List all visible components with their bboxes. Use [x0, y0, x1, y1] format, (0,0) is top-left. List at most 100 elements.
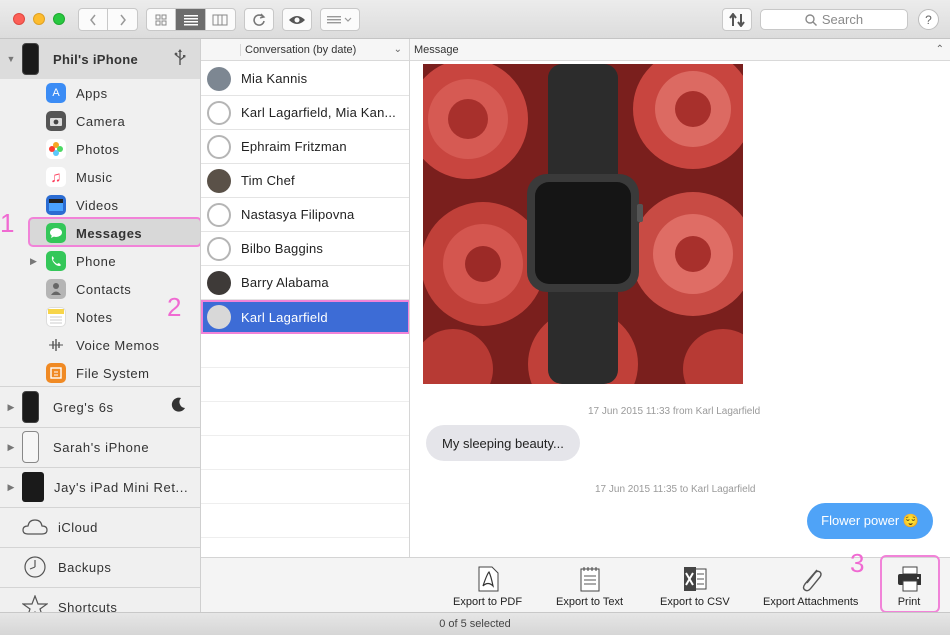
empty-row — [201, 470, 409, 504]
file-system-icon — [46, 363, 66, 383]
action-label: Export to PDF — [453, 596, 523, 608]
conversation-row[interactable]: Bilbo Baggins — [201, 232, 409, 266]
conversation-name: Barry Alabama — [241, 275, 329, 290]
sidebar-item-phone[interactable]: ▶ Phone — [30, 249, 116, 273]
message-column-header[interactable]: Message ⌃ — [410, 39, 950, 61]
outgoing-message-bubble[interactable]: Flower power 😌 — [807, 503, 933, 539]
device-phils-iphone[interactable]: ▼ Phil's iPhone — [0, 39, 200, 79]
avatar — [207, 100, 231, 125]
conversation-name: Nastasya Filipovna — [241, 207, 355, 222]
conversation-column-header[interactable]: Conversation (by date) ⌄ — [201, 39, 409, 61]
notes-icon — [46, 307, 66, 327]
device-jays-ipad[interactable]: ▶ Jay's iPad Mini Ret... — [0, 467, 200, 507]
list-view-button[interactable] — [176, 9, 206, 30]
sidebar: ▼ Phil's iPhone A Apps Camera Photos ♫ M… — [0, 39, 201, 612]
sidebar-item-notes[interactable]: Notes — [46, 305, 112, 329]
disclosure-open-icon[interactable]: ▼ — [0, 54, 22, 64]
conversation-row[interactable]: Tim Chef — [201, 164, 409, 198]
sidebar-item-voice-memos[interactable]: Voice Memos — [46, 333, 160, 357]
empty-row — [201, 402, 409, 436]
sidebar-item-label: Apps — [76, 85, 108, 101]
chevron-right-icon — [119, 14, 126, 25]
help-button[interactable]: ? — [918, 9, 939, 30]
cloud-icon — [22, 514, 48, 540]
export-csv-button[interactable]: Export to CSV — [660, 566, 730, 608]
sidebar-item-label: Videos — [76, 197, 119, 213]
sidebar-item-file-system[interactable]: File System — [46, 361, 149, 385]
sidebar-item-label: Shortcuts — [58, 599, 118, 613]
chevron-up-icon[interactable]: ⌃ — [936, 44, 944, 55]
conversation-row-selected[interactable]: Karl Lagarfield — [201, 300, 409, 334]
disclosure-closed-icon[interactable]: ▶ — [0, 482, 22, 493]
contacts-icon — [46, 279, 66, 299]
sidebar-item-label: Backups — [58, 559, 112, 575]
conversation-row[interactable]: Karl Lagarfield, Mia Kan... — [201, 96, 409, 130]
conversation-row[interactable]: Nastasya Filipovna — [201, 198, 409, 232]
zoom-window-button[interactable] — [53, 13, 65, 25]
list-icon — [183, 14, 198, 25]
close-window-button[interactable] — [13, 13, 25, 25]
transfer-button[interactable] — [722, 8, 752, 31]
view-mode-control — [146, 8, 236, 31]
sidebar-item-backups[interactable]: Backups — [22, 552, 111, 582]
conversation-row[interactable]: Mia Kannis — [201, 62, 409, 96]
preview-button[interactable] — [282, 8, 312, 31]
refresh-button[interactable] — [244, 8, 274, 31]
minimize-window-button[interactable] — [33, 13, 45, 25]
sidebar-item-icloud[interactable]: iCloud — [22, 512, 98, 542]
device-gregs-6s[interactable]: ▶ Greg's 6s — [0, 387, 200, 427]
selection-status: 0 of 5 selected — [439, 618, 511, 630]
status-bar: 0 of 5 selected — [0, 612, 950, 635]
export-text-button[interactable]: Export to Text — [556, 566, 623, 608]
icon-view-button[interactable] — [147, 9, 177, 30]
divider — [0, 587, 200, 588]
disclosure-closed-icon[interactable]: ▶ — [0, 442, 22, 453]
device-name: Jay's iPad Mini Ret... — [54, 479, 189, 495]
sidebar-item-messages[interactable]: Messages — [46, 221, 142, 245]
disclosure-closed-icon[interactable]: ▶ — [0, 402, 22, 413]
conversation-header-label: Conversation (by date) — [240, 43, 356, 56]
export-pdf-button[interactable]: Export to PDF — [453, 566, 522, 608]
menu-lines-icon — [327, 15, 352, 23]
avatar — [207, 66, 231, 91]
sidebar-item-contacts[interactable]: Contacts — [46, 277, 131, 301]
sidebar-item-music[interactable]: ♫ Music — [46, 165, 112, 189]
avatar — [207, 305, 231, 329]
pdf-icon — [476, 566, 500, 592]
back-button[interactable] — [79, 9, 109, 30]
sidebar-item-photos[interactable]: Photos — [46, 137, 119, 161]
app-store-icon: A — [46, 83, 66, 103]
forward-button[interactable] — [108, 9, 137, 30]
export-attachments-button[interactable]: Export Attachments — [763, 566, 858, 608]
incoming-message-bubble[interactable]: My sleeping beauty... — [426, 425, 580, 461]
conversation-row[interactable]: Barry Alabama — [201, 266, 409, 300]
disclosure-closed-icon[interactable]: ▶ — [30, 256, 46, 267]
empty-row — [201, 504, 409, 538]
conversation-row[interactable]: Ephraim Fritzman — [201, 130, 409, 164]
chevron-down-icon[interactable]: ⌄ — [394, 44, 402, 55]
roses-watch-image — [423, 64, 743, 384]
camera-icon — [46, 111, 66, 131]
conversation-name: Mia Kannis — [241, 71, 308, 86]
sidebar-item-camera[interactable]: Camera — [46, 109, 125, 133]
column-view-button[interactable] — [206, 9, 235, 30]
messages-icon — [46, 223, 66, 243]
sidebar-item-label: Camera — [76, 113, 126, 129]
message-photo-attachment[interactable] — [423, 64, 743, 384]
help-label: ? — [925, 12, 932, 27]
avatar — [207, 202, 231, 227]
device-sarahs-iphone[interactable]: ▶ Sarah's iPhone — [0, 427, 200, 467]
actions-dropdown[interactable] — [320, 8, 360, 31]
sidebar-item-label: Contacts — [76, 281, 132, 297]
sidebar-item-label: iCloud — [58, 519, 98, 535]
search-input[interactable]: Search — [760, 9, 908, 30]
sidebar-item-apps[interactable]: A Apps — [46, 81, 108, 105]
sidebar-item-shortcuts[interactable]: Shortcuts — [22, 592, 117, 612]
print-highlight-box — [880, 555, 940, 613]
device-name: Sarah's iPhone — [53, 439, 150, 455]
sidebar-item-label: Photos — [76, 141, 120, 157]
sidebar-item-label: Phone — [76, 253, 117, 269]
sidebar-item-videos[interactable]: Videos — [46, 193, 119, 217]
eye-icon — [289, 15, 305, 24]
voice-memos-icon — [46, 335, 66, 355]
